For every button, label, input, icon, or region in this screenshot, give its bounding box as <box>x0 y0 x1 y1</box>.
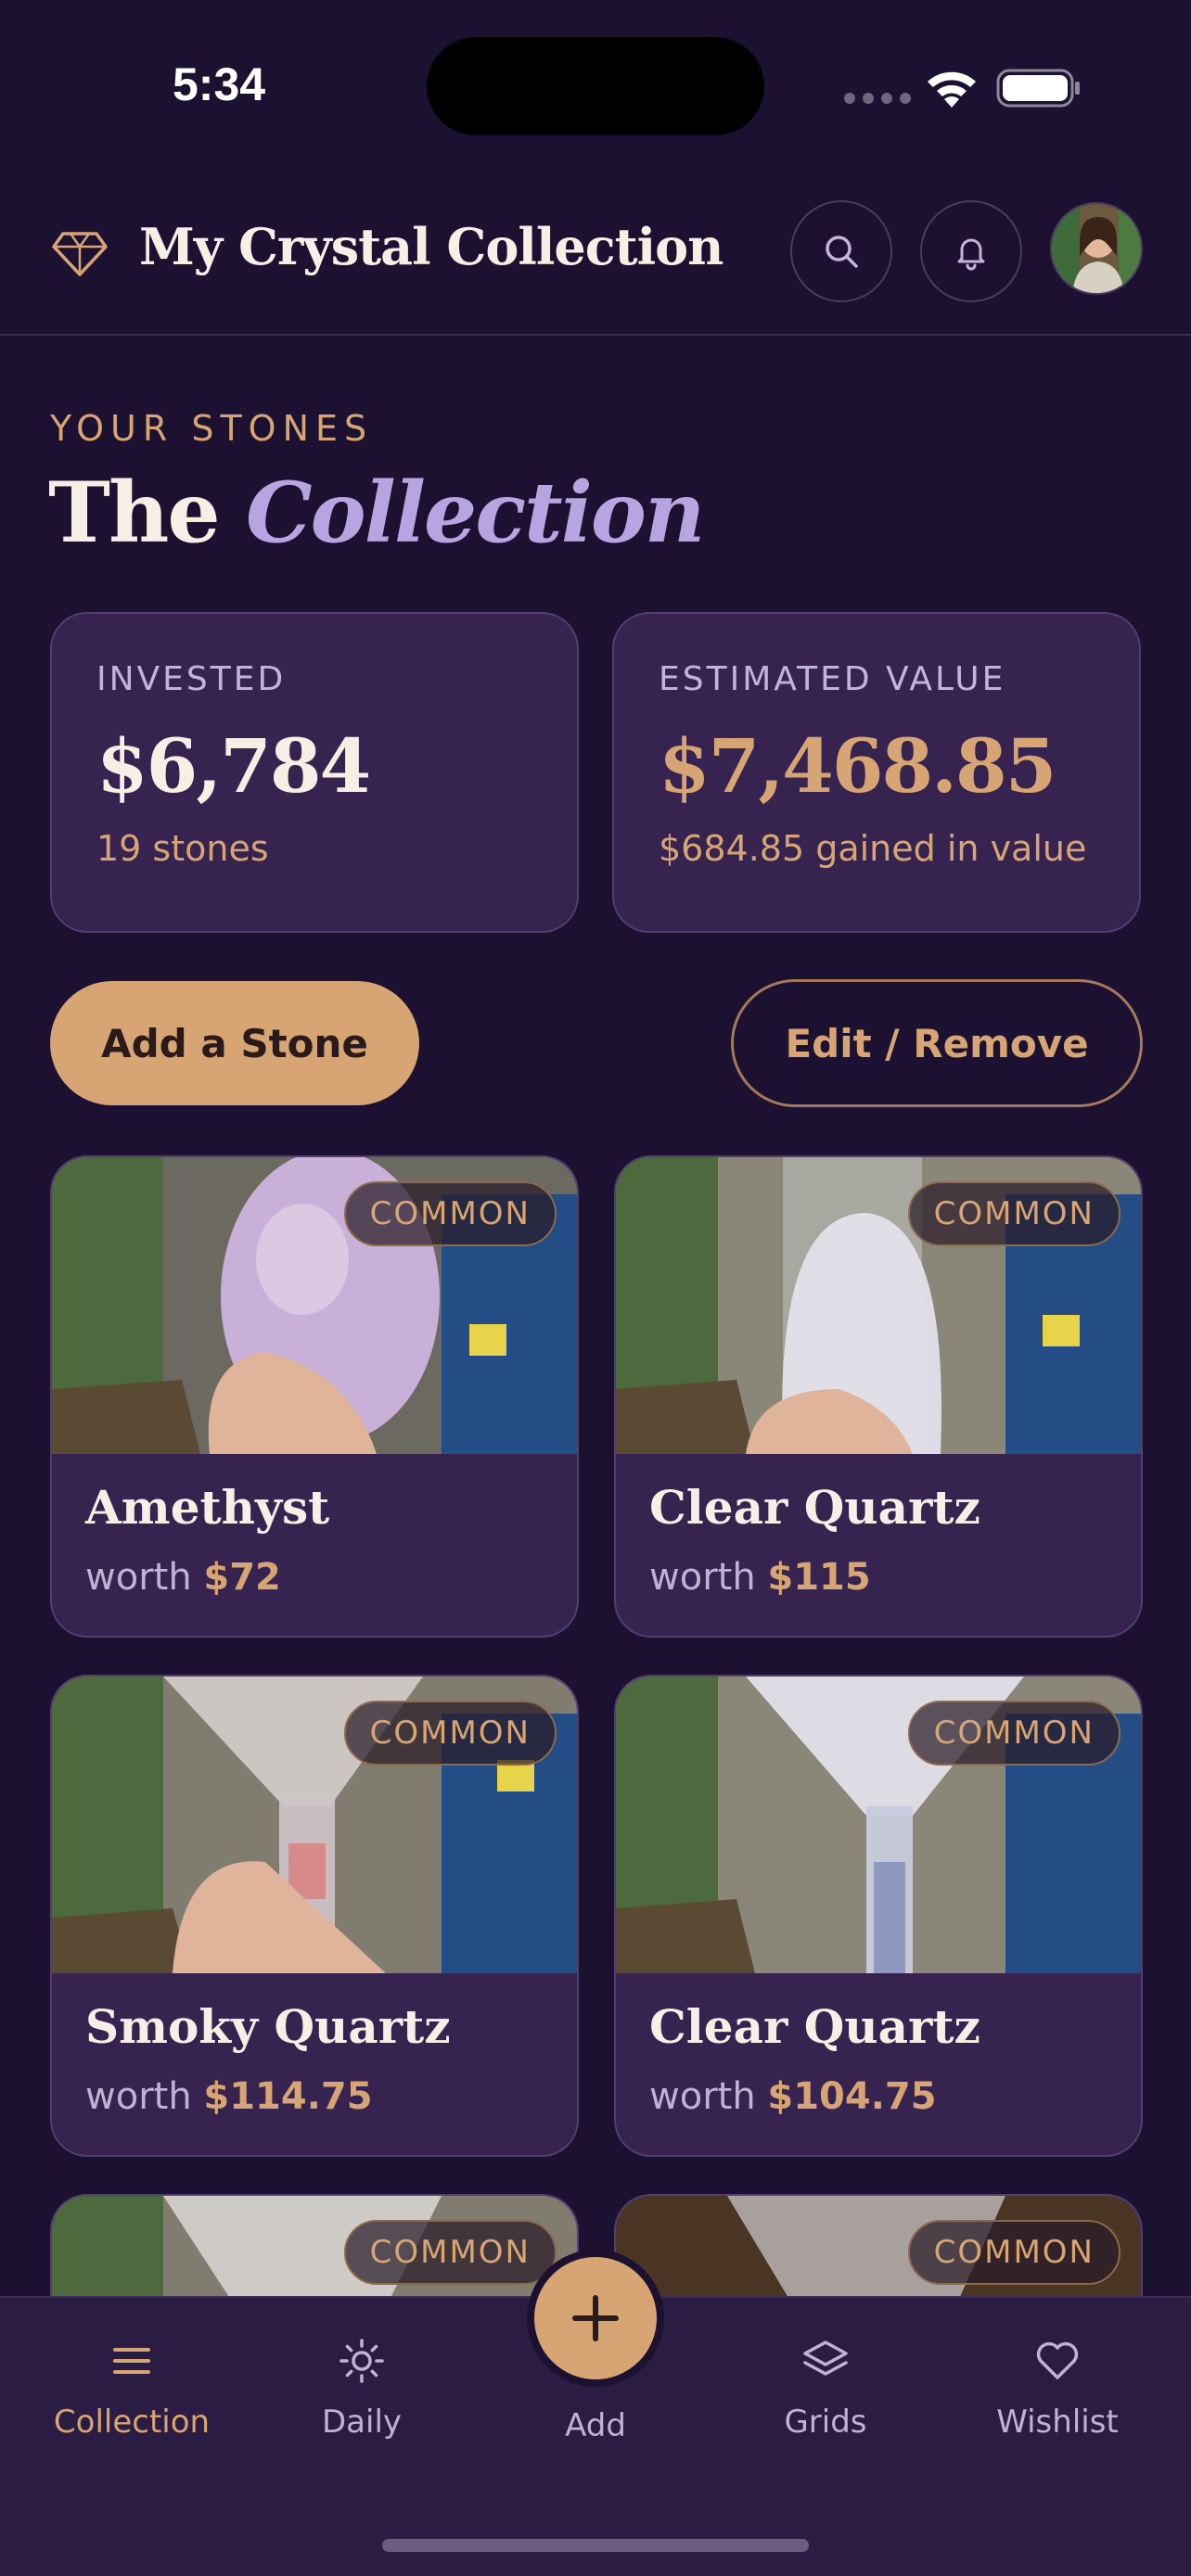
avatar-photo <box>1052 204 1141 293</box>
battery-icon <box>996 69 1080 108</box>
stone-card[interactable]: COMMON Clear Quartz worth $104.75 <box>614 1675 1143 2157</box>
nav-label: Grids <box>784 2404 867 2441</box>
nav-add-label: Add <box>565 2407 626 2444</box>
rarity-badge: COMMON <box>343 1181 557 1246</box>
layers-icon <box>803 2340 848 2376</box>
stone-name: Smoky Quartz <box>85 1999 451 2054</box>
gem-icon <box>52 232 108 276</box>
estimated-value-card: ESTIMATED VALUE $7,468.85 $684.85 gained… <box>612 612 1141 933</box>
add-stone-button[interactable]: Add a Stone <box>50 981 419 1105</box>
nav-label: Collection <box>53 2404 211 2441</box>
stone-worth: worth $72 <box>85 1556 281 1599</box>
plus-icon <box>572 2295 619 2341</box>
stone-card[interactable]: COMMON Smoky Quartz worth $114.75 <box>50 1675 579 2157</box>
worth-prefix: worth <box>649 2075 756 2118</box>
dynamic-island <box>427 37 764 135</box>
worth-prefix: worth <box>649 1556 756 1599</box>
add-fab-button[interactable] <box>527 2250 664 2387</box>
invested-value: $6,784 <box>96 722 371 810</box>
rarity-badge: COMMON <box>343 1701 557 1766</box>
bell-icon <box>957 238 985 271</box>
page-title: The Collection <box>48 464 705 562</box>
search-icon <box>826 236 858 268</box>
nav-wishlist[interactable]: Wishlist <box>955 2335 1159 2465</box>
search-button[interactable] <box>790 200 892 302</box>
avatar[interactable] <box>1050 202 1143 295</box>
worth-value: $72 <box>203 1556 281 1599</box>
worth-value: $115 <box>767 1556 871 1599</box>
estimated-sub: $684.85 gained in value <box>659 828 1087 869</box>
status-bar: 5:34 <box>0 0 1191 176</box>
edit-remove-button[interactable]: Edit / Remove <box>731 979 1143 1107</box>
page-title-accent: Collection <box>246 464 705 562</box>
stone-worth: worth $115 <box>649 1556 871 1599</box>
rarity-badge: COMMON <box>907 2220 1121 2285</box>
invested-sub: 19 stones <box>96 828 269 869</box>
invested-card: INVESTED $6,784 19 stones <box>50 612 579 933</box>
nav-label: Daily <box>321 2404 403 2441</box>
app-title: My Crystal Collection <box>139 217 724 276</box>
rarity-badge: COMMON <box>907 1181 1121 1246</box>
stone-worth: worth $114.75 <box>85 2075 373 2118</box>
page-title-plain: The <box>48 464 221 562</box>
stone-name: Clear Quartz <box>649 1999 980 2054</box>
status-time: 5:34 <box>173 58 266 110</box>
stone-photo: COMMON <box>616 1157 1141 1454</box>
wifi-icon <box>928 71 976 108</box>
app-header: My Crystal Collection <box>0 185 1191 336</box>
estimated-value: $7,468.85 <box>659 722 1057 810</box>
stone-card[interactable]: COMMON Amethyst worth $72 <box>50 1155 579 1638</box>
rarity-badge: COMMON <box>343 2220 557 2285</box>
stone-name: Amethyst <box>85 1480 330 1535</box>
stone-name: Clear Quartz <box>649 1480 980 1535</box>
nav-collection[interactable]: Collection <box>30 2335 234 2465</box>
stone-card[interactable]: COMMON Clear Quartz worth $115 <box>614 1155 1143 1638</box>
estimated-label: ESTIMATED VALUE <box>659 660 1006 698</box>
section-eyebrow: YOUR STONES <box>50 408 374 449</box>
notifications-button[interactable] <box>920 200 1022 302</box>
worth-value: $114.75 <box>203 2075 373 2118</box>
worth-prefix: worth <box>85 1556 192 1599</box>
home-indicator <box>382 2539 809 2552</box>
worth-value: $104.75 <box>767 2075 937 2118</box>
stone-photo: COMMON <box>52 1677 577 1973</box>
stone-photo: COMMON <box>616 1677 1141 1973</box>
stone-worth: worth $104.75 <box>649 2075 937 2118</box>
nav-daily[interactable]: Daily <box>260 2335 464 2465</box>
menu-icon <box>113 2348 150 2374</box>
sun-icon <box>339 2339 384 2383</box>
nav-label: Wishlist <box>996 2404 1119 2441</box>
cellular-signal-icon <box>844 93 911 104</box>
stone-photo: COMMON <box>52 1157 577 1454</box>
worth-prefix: worth <box>85 2075 192 2118</box>
rarity-badge: COMMON <box>907 1701 1121 1766</box>
heart-icon <box>1036 2341 1079 2379</box>
nav-grids[interactable]: Grids <box>724 2335 928 2465</box>
invested-label: INVESTED <box>96 660 287 698</box>
